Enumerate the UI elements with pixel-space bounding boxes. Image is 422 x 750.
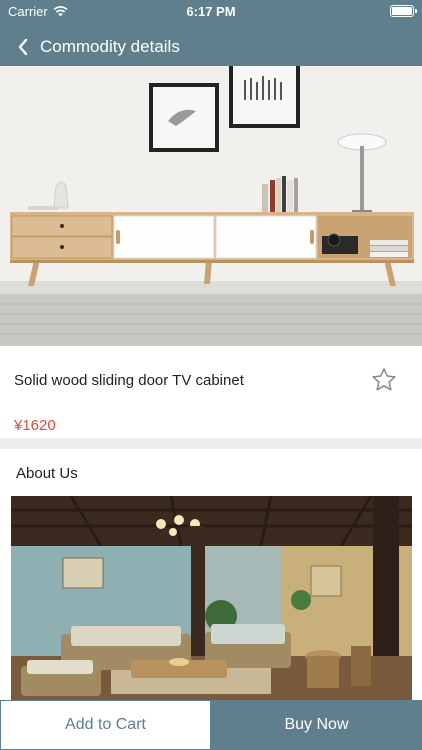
- status-time: 6:17 PM: [186, 4, 236, 19]
- back-button[interactable]: [8, 32, 38, 62]
- favorite-button[interactable]: [370, 366, 398, 394]
- action-bar: Add to Cart Buy Now: [0, 700, 422, 750]
- product-price: ¥1620: [14, 417, 56, 434]
- about-us-heading: About Us: [16, 465, 78, 482]
- top-bar: Carrier 6:17 PM Commodity details: [0, 0, 422, 66]
- nav-bar: Commodity details: [0, 30, 422, 64]
- chevron-left-icon: [18, 38, 28, 56]
- product-image: [0, 66, 422, 346]
- product-info: Solid wood sliding door TV cabinet ¥1620: [0, 346, 422, 438]
- about-us-image: [11, 496, 412, 700]
- buy-now-button[interactable]: Buy Now: [211, 700, 422, 750]
- add-to-cart-button[interactable]: Add to Cart: [0, 700, 211, 750]
- section-divider: [0, 438, 422, 449]
- product-name: Solid wood sliding door TV cabinet: [14, 372, 244, 389]
- battery-icon: [390, 5, 417, 17]
- status-bar: Carrier 6:17 PM: [0, 0, 422, 22]
- star-outline-icon: [372, 368, 396, 391]
- page-title: Commodity details: [40, 37, 180, 56]
